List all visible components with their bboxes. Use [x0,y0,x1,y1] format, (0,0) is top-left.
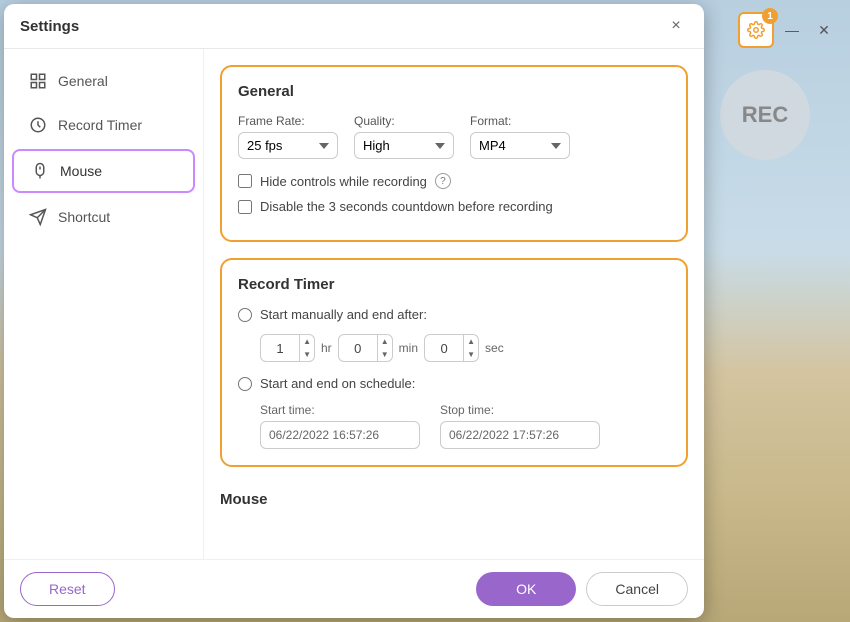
hr-up-arrow[interactable]: ▲ [300,335,314,348]
schedule-section: Start time: Stop time: [260,403,670,449]
sidebar-general-label: General [58,73,108,89]
start-time-input[interactable] [260,421,420,449]
schedule-row: Start and end on schedule: [238,376,670,391]
min-down-arrow[interactable]: ▼ [378,348,392,361]
sidebar-item-shortcut[interactable]: Shortcut [12,197,195,237]
start-manually-radio[interactable] [238,308,252,322]
schedule-radio[interactable] [238,377,252,391]
record-timer-section-title: Record Timer [238,276,670,293]
general-section-card: General Frame Rate: 25 fps 30 fps 60 fps… [220,65,688,242]
format-row: Frame Rate: 25 fps 30 fps 60 fps Quality… [238,114,670,159]
sidebar-mouse-label: Mouse [60,163,102,179]
reset-button[interactable]: Reset [20,572,115,606]
minimize-button[interactable]: — [778,16,806,44]
start-manually-row: Start manually and end after: [238,307,670,322]
schedule-label: Start and end on schedule: [260,376,415,391]
hide-controls-row: Hide controls while recording ? [238,173,670,189]
disable-countdown-label: Disable the 3 seconds countdown before r… [260,199,553,214]
footer-right: OK Cancel [476,572,688,606]
sidebar-item-mouse[interactable]: Mouse [12,149,195,193]
min-up-arrow[interactable]: ▲ [378,335,392,348]
start-time-label: Start time: [260,403,420,417]
record-timer-icon [28,115,48,135]
sidebar-shortcut-label: Shortcut [58,209,110,225]
disable-countdown-row: Disable the 3 seconds countdown before r… [238,199,670,214]
general-icon [28,71,48,91]
hr-spinner: 1 ▲ ▼ [260,334,315,362]
hr-unit: hr [321,341,332,355]
dialog-title: Settings [20,18,79,35]
format-select[interactable]: MP4 AVI MOV [470,132,570,159]
start-time-group: Start time: [260,403,420,449]
sec-up-arrow[interactable]: ▲ [464,335,478,348]
help-icon[interactable]: ? [435,173,451,189]
timer-inputs: 1 ▲ ▼ hr 0 ▲ ▼ min [260,334,670,362]
sidebar-item-record-timer[interactable]: Record Timer [12,105,195,145]
sidebar-record-timer-label: Record Timer [58,117,142,133]
dialog-footer: Reset OK Cancel [4,559,704,618]
disable-countdown-checkbox[interactable] [238,200,252,214]
ok-button[interactable]: OK [476,572,576,606]
dialog-titlebar: Settings × [4,4,704,49]
floating-panel: 1 — ✕ [738,12,838,48]
quality-label: Quality: [354,114,454,128]
format-group: Format: MP4 AVI MOV [470,114,570,159]
frame-rate-label: Frame Rate: [238,114,338,128]
sec-value: 0 [425,341,463,356]
sec-spinner: 0 ▲ ▼ [424,334,479,362]
min-value: 0 [339,341,377,356]
stop-time-group: Stop time: [440,403,600,449]
close-window-button[interactable]: ✕ [810,16,838,44]
sidebar: General Record Timer [4,49,204,559]
start-manually-label: Start manually and end after: [260,307,427,322]
record-timer-section-card: Record Timer Start manually and end afte… [220,258,688,467]
sidebar-item-general[interactable]: General [12,61,195,101]
notification-badge: 1 [762,8,778,24]
hr-value: 1 [261,341,299,356]
frame-rate-select[interactable]: 25 fps 30 fps 60 fps [238,132,338,159]
shortcut-icon [28,207,48,227]
cancel-button[interactable]: Cancel [586,572,688,606]
dialog-body: General Record Timer [4,49,704,559]
min-spinner: 0 ▲ ▼ [338,334,393,362]
hr-down-arrow[interactable]: ▼ [300,348,314,361]
frame-rate-group: Frame Rate: 25 fps 30 fps 60 fps [238,114,338,159]
sec-unit: sec [485,341,504,355]
settings-dialog: Settings × General [4,4,704,618]
general-section-title: General [238,83,670,100]
sec-down-arrow[interactable]: ▼ [464,348,478,361]
sec-arrows: ▲ ▼ [463,335,478,361]
hide-controls-label: Hide controls while recording [260,174,427,189]
stop-time-label: Stop time: [440,403,600,417]
rec-button[interactable]: REC [720,70,810,160]
hr-arrows: ▲ ▼ [299,335,314,361]
dialog-close-button[interactable]: × [664,14,688,38]
stop-time-input[interactable] [440,421,600,449]
mouse-icon [30,161,50,181]
hide-controls-checkbox[interactable] [238,174,252,188]
settings-icon-button[interactable]: 1 [738,12,774,48]
format-label: Format: [470,114,570,128]
quality-group: Quality: High Medium Low [354,114,454,159]
time-fields: Start time: Stop time: [260,403,670,449]
quality-select[interactable]: High Medium Low [354,132,454,159]
min-unit: min [399,341,418,355]
main-content: General Frame Rate: 25 fps 30 fps 60 fps… [204,49,704,559]
min-arrows: ▲ ▼ [377,335,392,361]
mouse-section-title: Mouse [220,483,688,512]
